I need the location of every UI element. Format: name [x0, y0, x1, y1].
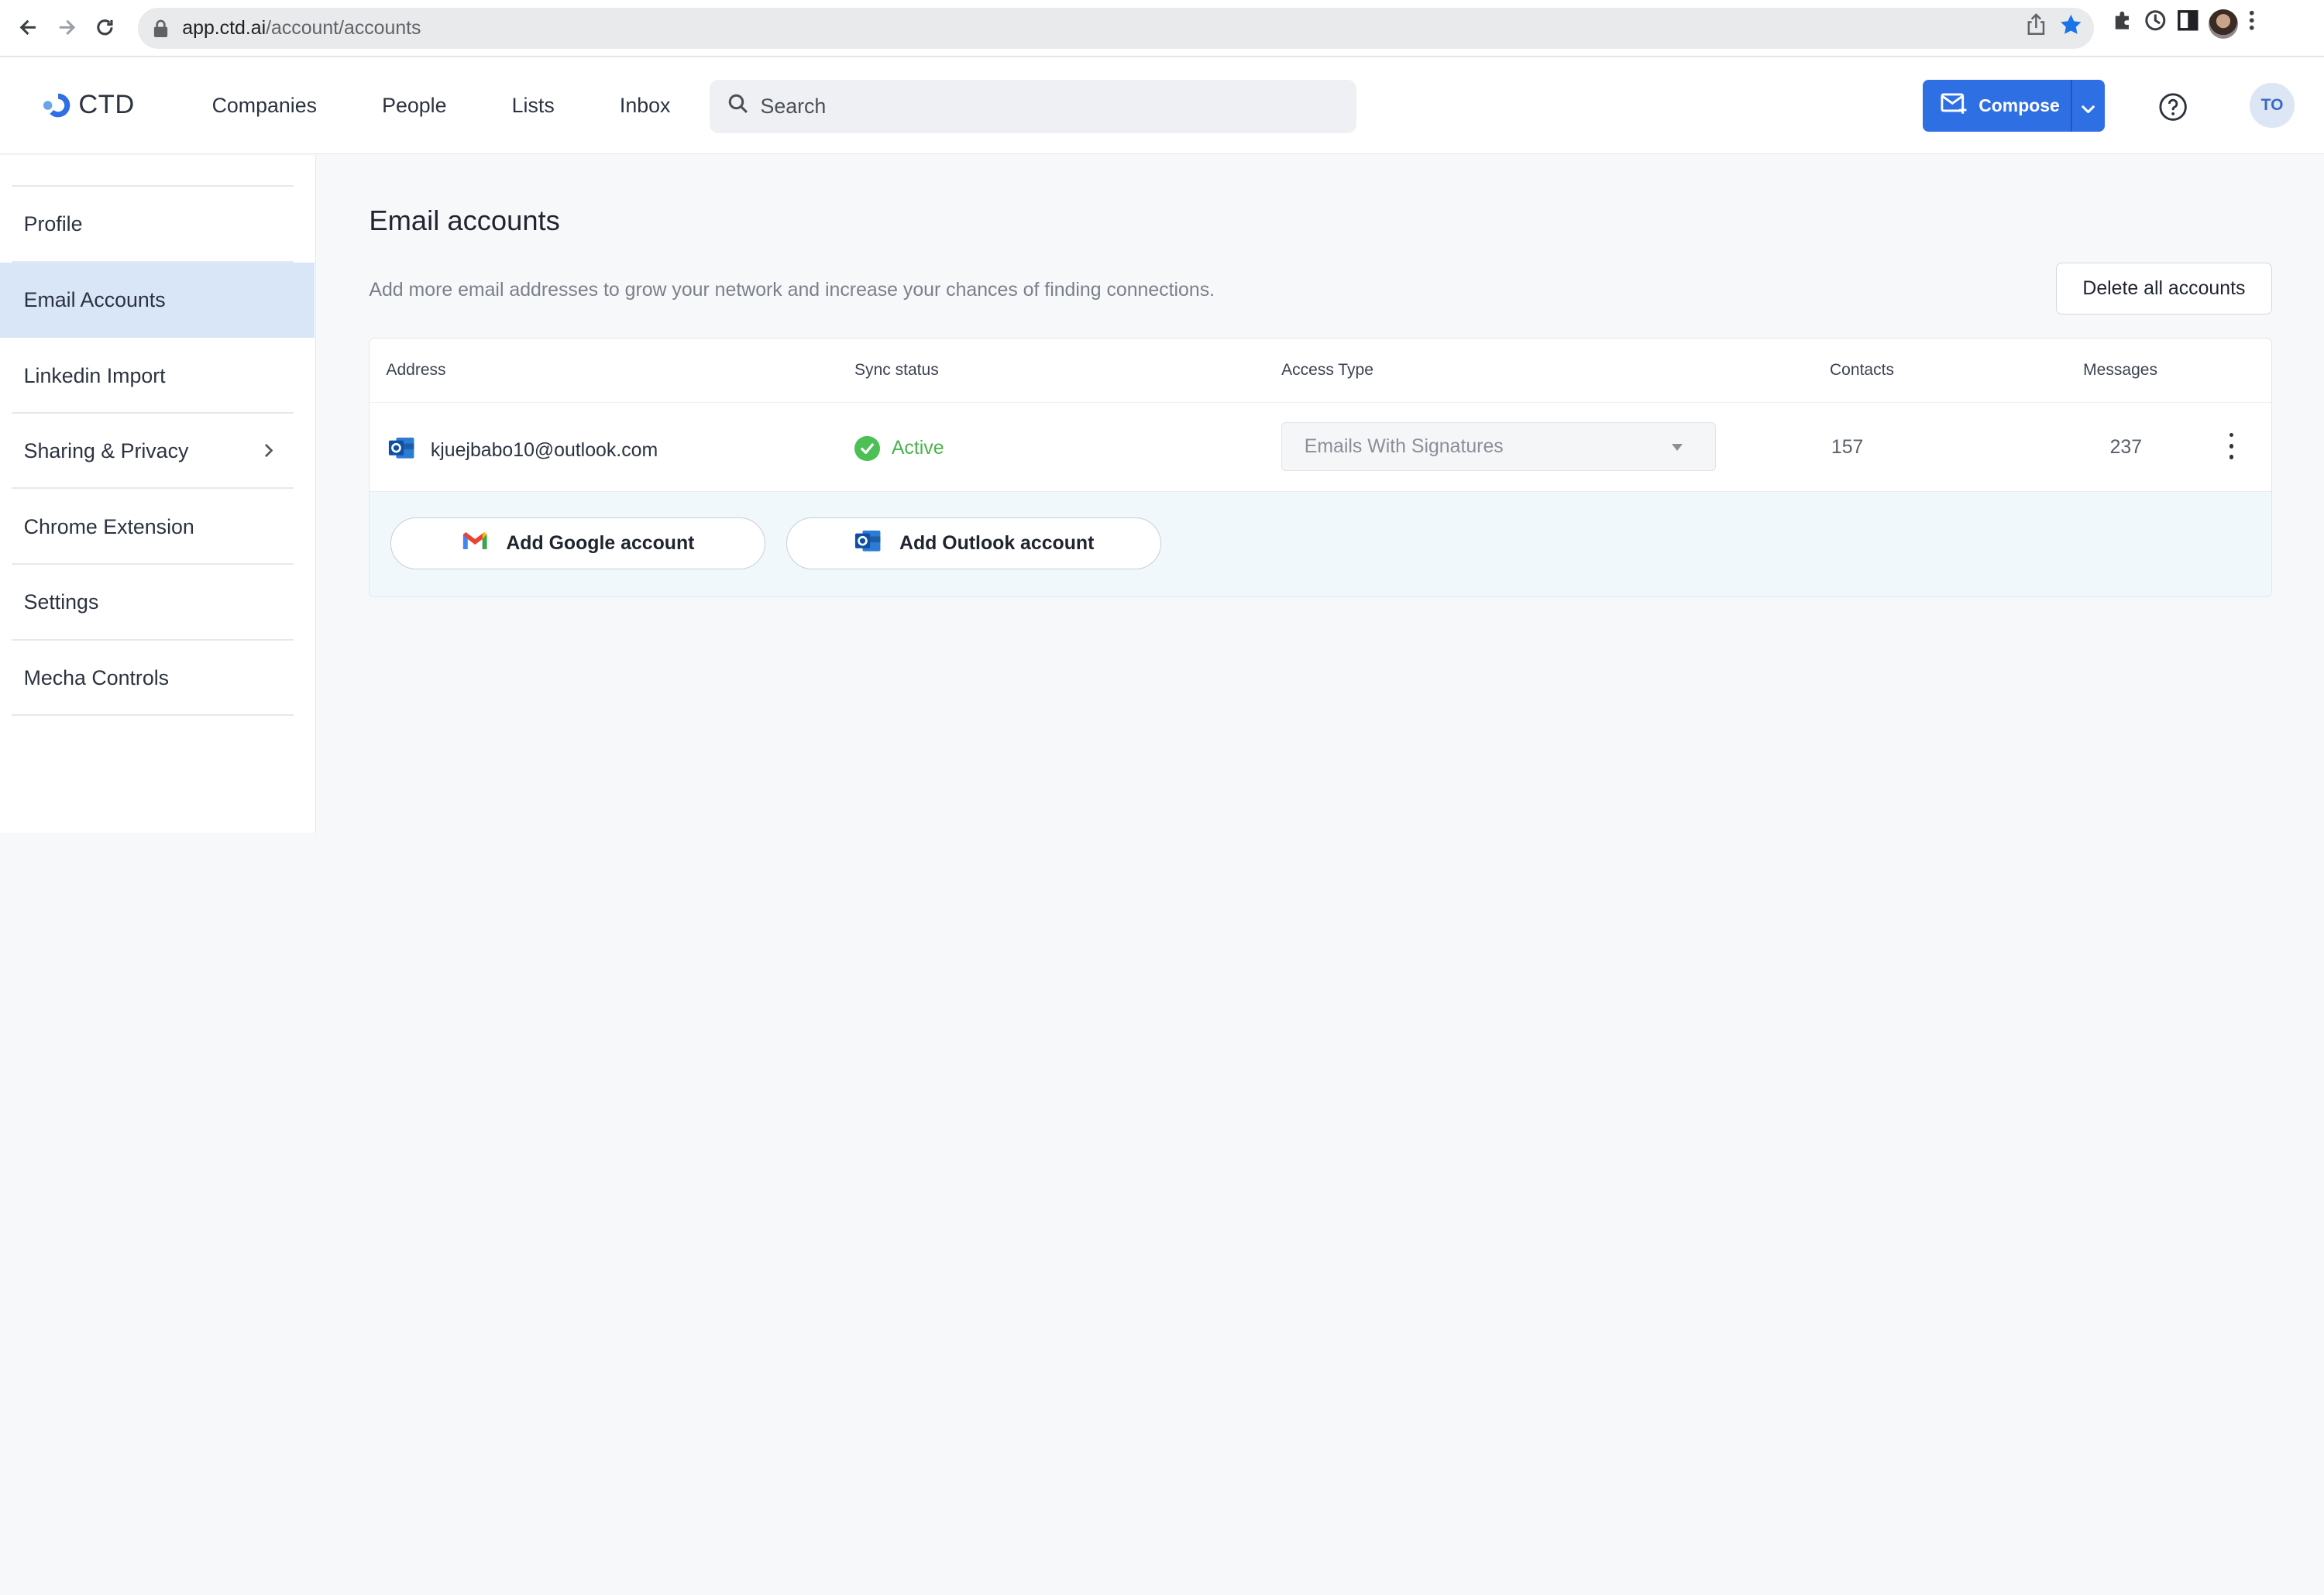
sidebar-item-settings[interactable]: Settings: [0, 565, 315, 641]
sidebar-item-mecha-controls[interactable]: Mecha Controls: [0, 641, 315, 717]
access-type-select[interactable]: Emails With Signatures: [1281, 422, 1716, 472]
bookmark-star-icon[interactable]: [2059, 13, 2083, 43]
url-host: app.ctd.ai: [182, 16, 266, 39]
ctd-logo-icon: [42, 89, 74, 122]
sidebar-item-label: Chrome Extension: [23, 514, 194, 538]
logo-text: CTD: [78, 90, 135, 120]
check-circle-icon: [854, 435, 880, 462]
sidebar-item-email-accounts[interactable]: Email Accounts: [0, 262, 315, 339]
column-header-access-type: Access Type: [1281, 360, 1373, 379]
main-content: Email accounts Add more email addresses …: [317, 156, 2324, 833]
column-header-address: Address: [386, 360, 446, 379]
extension-refresh-icon[interactable]: [2144, 9, 2168, 39]
sync-status: Active: [854, 435, 944, 462]
back-icon[interactable]: [9, 9, 47, 47]
chevron-right-icon: [264, 442, 273, 462]
compose-button-group: Compose: [1922, 80, 2105, 132]
outlook-icon: [387, 435, 415, 466]
sidebar-item-label: Settings: [23, 590, 99, 614]
main-nav: Companies People Lists Inbox: [212, 94, 736, 118]
access-type-value: Emails With Signatures: [1304, 435, 1504, 458]
page: app.ctd.ai/account/accounts CTD Companie…: [0, 0, 2324, 834]
nav-lists[interactable]: Lists: [512, 94, 555, 118]
search-input[interactable]: [760, 95, 1324, 119]
compose-dropdown-button[interactable]: [2072, 80, 2105, 132]
sidebar-item-profile[interactable]: Profile: [0, 187, 315, 263]
share-icon[interactable]: [2026, 13, 2047, 43]
nav-people[interactable]: People: [382, 94, 446, 118]
compose-button[interactable]: Compose: [1923, 80, 2071, 132]
outlook-icon: [854, 528, 882, 559]
app-header: CTD Companies People Lists Inbox Compose: [0, 57, 2324, 154]
page-title: Email accounts: [369, 205, 560, 237]
settings-sidebar: Profile Email Accounts Linkedin Import S…: [0, 155, 316, 834]
nav-inbox[interactable]: Inbox: [620, 94, 670, 118]
user-avatar[interactable]: TO: [2250, 83, 2295, 128]
add-google-label: Add Google account: [506, 531, 695, 554]
gmail-icon: [462, 530, 488, 556]
sidebar-item-label: Profile: [23, 212, 83, 236]
contacts-count: 157: [1831, 435, 1864, 458]
column-header-contacts: Contacts: [1829, 360, 1894, 379]
compose-mail-icon: [1940, 93, 1967, 119]
sidebar-item-sharing-privacy[interactable]: Sharing & Privacy: [0, 414, 315, 490]
reload-icon[interactable]: [86, 9, 125, 47]
caret-down-icon: [1671, 444, 1683, 451]
chevron-down-icon: [2081, 92, 2095, 119]
delete-all-accounts-button[interactable]: Delete all accounts: [2055, 262, 2273, 315]
account-email: kjuejbabo10@outlook.com: [430, 438, 658, 461]
sidebar-item-chrome-extension[interactable]: Chrome Extension: [0, 489, 315, 565]
side-panel-icon[interactable]: [2176, 9, 2200, 39]
email-accounts-table: Address Sync status Access Type Contacts…: [369, 338, 2273, 598]
address-bar[interactable]: app.ctd.ai/account/accounts: [137, 7, 2095, 50]
column-header-messages: Messages: [2083, 360, 2158, 379]
nav-companies[interactable]: Companies: [212, 94, 317, 118]
help-icon[interactable]: [2158, 92, 2188, 122]
account-address: kjuejbabo10@outlook.com: [387, 435, 658, 466]
sync-status-label: Active: [891, 437, 944, 459]
search-box: [710, 80, 1356, 134]
url-path: /account/accounts: [266, 16, 421, 39]
more-options-icon[interactable]: [2219, 432, 2243, 460]
omnibox-actions: [2026, 13, 2082, 43]
sidebar-item-label: Email Accounts: [23, 287, 166, 311]
compose-label: Compose: [1978, 95, 2060, 116]
add-outlook-label: Add Outlook account: [899, 531, 1095, 554]
browser-profile-avatar[interactable]: [2208, 9, 2239, 39]
sidebar-item-label: Mecha Controls: [23, 665, 170, 689]
search-icon: [727, 93, 748, 120]
add-google-account-button[interactable]: Add Google account: [390, 517, 766, 569]
add-outlook-account-button[interactable]: Add Outlook account: [786, 517, 1162, 569]
browser-extensions: [2111, 9, 2256, 39]
messages-count: 237: [2109, 435, 2143, 458]
extensions-puzzle-icon[interactable]: [2111, 9, 2135, 39]
browser-menu-icon[interactable]: [2247, 9, 2256, 39]
column-header-sync-status: Sync status: [854, 360, 939, 379]
sidebar-item-label: Linkedin Import: [23, 363, 166, 387]
browser-toolbar: app.ctd.ai/account/accounts: [0, 0, 2324, 57]
forward-icon[interactable]: [47, 9, 86, 47]
add-account-area: Add Google account Add Outlook account: [370, 491, 2272, 597]
lock-icon: [153, 19, 170, 37]
sidebar-item-label: Sharing & Privacy: [23, 439, 189, 463]
logo[interactable]: CTD: [42, 89, 135, 122]
table-row: kjuejbabo10@outlook.com Active Emails Wi…: [370, 402, 2272, 491]
sidebar-item-linkedin-import[interactable]: Linkedin Import: [0, 338, 315, 414]
page-subtitle: Add more email addresses to grow your ne…: [369, 278, 1215, 301]
